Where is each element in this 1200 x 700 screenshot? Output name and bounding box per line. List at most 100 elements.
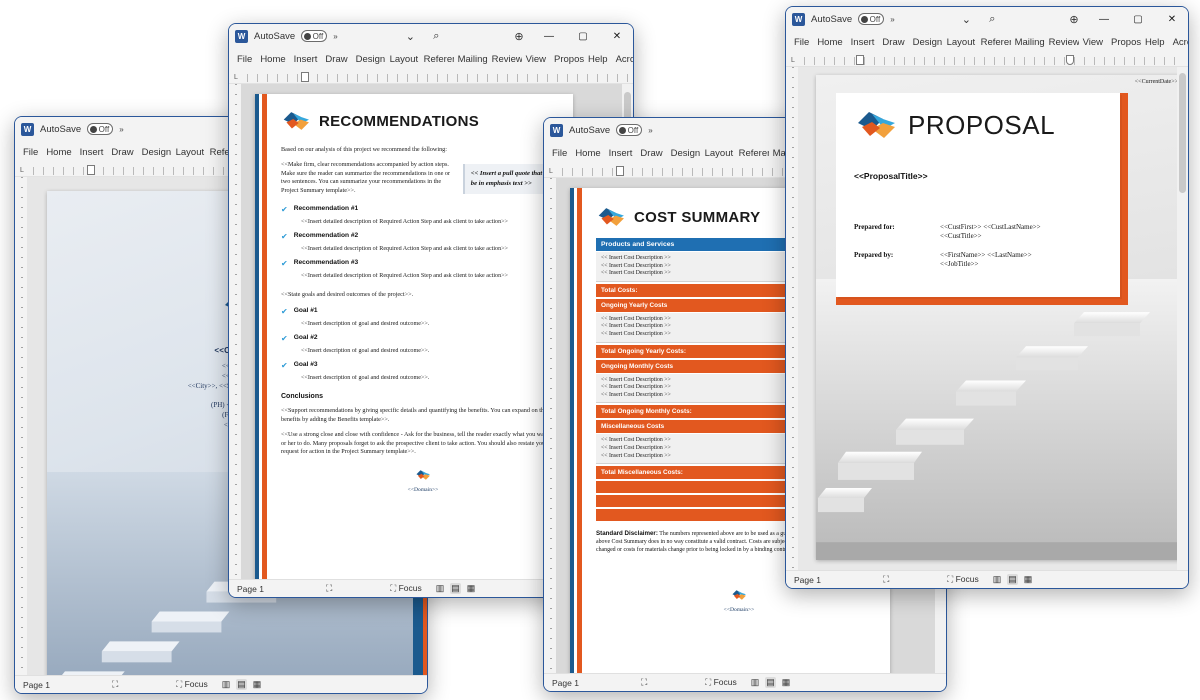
status-page-number[interactable]: Page 1 [237, 584, 264, 594]
focus-mode-button[interactable]: ⛶ Focus [176, 679, 207, 690]
title-overflow-icon[interactable]: » [890, 15, 894, 24]
autosave-toggle[interactable]: Off [301, 30, 328, 42]
ribbon-tab-references[interactable]: References [735, 146, 769, 161]
search-icon[interactable]: ⌕ [426, 30, 446, 43]
title-chevron-down-icon[interactable]: ⌄ [400, 30, 420, 43]
view-switcher[interactable]: ▥ ▤ ▦ [993, 574, 1033, 585]
ribbon-tab-insert[interactable]: Insert [847, 35, 879, 50]
ribbon-tab-home[interactable]: Home [42, 145, 75, 160]
globe-icon[interactable]: ⊕ [1064, 13, 1084, 26]
ribbon-tab-view[interactable]: View [1079, 35, 1107, 50]
accessibility-checker-icon[interactable]: ⛶ [883, 574, 889, 585]
ribbon-tab-file[interactable]: File [548, 146, 571, 161]
autosave-toggle[interactable]: Off [87, 123, 114, 135]
web-layout-icon[interactable]: ▦ [1024, 574, 1033, 585]
ribbon-tab-draw[interactable]: Draw [878, 35, 908, 50]
indent-marker-right[interactable] [1066, 55, 1074, 65]
ribbon-tab-home[interactable]: Home [813, 35, 846, 50]
ribbon-tab-home[interactable]: Home [571, 146, 604, 161]
globe-icon[interactable]: ⊕ [509, 30, 529, 43]
ribbon-tab-file[interactable]: File [19, 145, 42, 160]
ribbon-tab-layout[interactable]: Layout [701, 146, 735, 161]
status-page-number[interactable]: Page 1 [794, 575, 821, 585]
ribbon-tab-help[interactable]: Help [584, 52, 612, 67]
tab-stop-icon[interactable]: L [549, 168, 553, 175]
ribbon-tab-mailings[interactable]: Mailings [1011, 35, 1045, 50]
print-layout-icon[interactable]: ▤ [1007, 574, 1018, 585]
ribbon-tab-design[interactable]: Design [667, 146, 701, 161]
minimize-button[interactable]: — [1090, 8, 1118, 30]
autosave-toggle[interactable]: Off [858, 13, 885, 25]
close-button[interactable]: ✕ [603, 25, 631, 47]
ribbon-tab-insert[interactable]: Insert [76, 145, 108, 160]
ribbon-tab-design[interactable]: Design [352, 52, 386, 67]
horizontal-ruler[interactable]: L [786, 54, 1188, 67]
maximize-button[interactable]: ▢ [1124, 8, 1152, 30]
ribbon-tab-insert[interactable]: Insert [290, 52, 322, 67]
scrollbar-thumb[interactable] [1179, 73, 1186, 193]
print-layout-icon[interactable]: ▤ [236, 679, 247, 690]
indent-marker[interactable] [301, 72, 309, 82]
focus-mode-button[interactable]: ⛶ Focus [705, 677, 736, 688]
ribbon-tab-draw[interactable]: Draw [107, 145, 137, 160]
tab-stop-icon[interactable]: L [234, 74, 238, 81]
indent-marker[interactable] [616, 166, 624, 176]
title-overflow-icon[interactable]: » [648, 126, 652, 135]
maximize-button[interactable]: ▢ [569, 25, 597, 47]
view-switcher[interactable]: ▥ ▤ ▦ [222, 679, 262, 690]
view-switcher[interactable]: ▥ ▤ ▦ [751, 677, 791, 688]
accessibility-checker-icon[interactable]: ⛶ [641, 677, 647, 688]
tab-stop-icon[interactable]: L [791, 57, 795, 64]
ribbon-tab-help[interactable]: Help [1141, 35, 1169, 50]
autosave-toggle[interactable]: Off [616, 124, 643, 136]
read-mode-icon[interactable]: ▥ [222, 679, 231, 690]
focus-mode-button[interactable]: ⛶ Focus [390, 583, 421, 594]
ribbon-tab-acrobat[interactable]: Acrobat [1169, 35, 1188, 50]
accessibility-checker-icon[interactable]: ⛶ [112, 679, 118, 690]
ribbon-tab-references[interactable]: References [977, 35, 1011, 50]
ribbon-tab-design[interactable]: Design [909, 35, 943, 50]
print-layout-icon[interactable]: ▤ [450, 583, 461, 594]
indent-marker[interactable] [87, 165, 95, 175]
ribbon-tab-file[interactable]: File [790, 35, 813, 50]
close-button[interactable]: ✕ [1158, 8, 1186, 30]
web-layout-icon[interactable]: ▦ [253, 679, 262, 690]
print-layout-icon[interactable]: ▤ [765, 677, 776, 688]
ribbon-tab-acrobat[interactable]: Acrobat [612, 52, 633, 67]
ribbon-tab-file[interactable]: File [233, 52, 256, 67]
web-layout-icon[interactable]: ▦ [782, 677, 791, 688]
ribbon-tab-review[interactable]: Review [488, 52, 522, 67]
ribbon-tab-home[interactable]: Home [256, 52, 289, 67]
ribbon-tab-design[interactable]: Design [138, 145, 172, 160]
ribbon-tabs[interactable]: File Home Insert Draw Design Layout Refe… [786, 31, 1188, 54]
tab-stop-icon[interactable]: L [20, 167, 24, 174]
ribbon-tab-draw[interactable]: Draw [321, 52, 351, 67]
accessibility-checker-icon[interactable]: ⛶ [326, 583, 332, 594]
search-icon[interactable]: ⌕ [982, 13, 1002, 26]
ribbon-tab-view[interactable]: View [522, 52, 550, 67]
title-overflow-icon[interactable]: » [119, 125, 123, 134]
minimize-button[interactable]: — [535, 25, 563, 47]
status-page-number[interactable]: Page 1 [23, 680, 50, 690]
ribbon-tab-mailings[interactable]: Mailings [454, 52, 488, 67]
ribbon-tab-layout[interactable]: Layout [943, 35, 977, 50]
horizontal-ruler[interactable]: L [229, 71, 633, 84]
proposal-window[interactable]: W AutoSave Off » ⌄ ⌕ ⊕ — ▢ ✕ File Home I… [785, 6, 1189, 589]
indent-marker[interactable] [856, 55, 864, 65]
title-chevron-down-icon[interactable]: ⌄ [956, 13, 976, 26]
view-switcher[interactable]: ▥ ▤ ▦ [436, 583, 476, 594]
read-mode-icon[interactable]: ▥ [993, 574, 1002, 585]
ribbon-tabs[interactable]: File Home Insert Draw Design Layout Refe… [229, 48, 633, 71]
scroll-area[interactable]: <<CurrentDate>> PROPOSAL <<ProposalTitle… [798, 67, 1177, 570]
ribbon-tab-layout[interactable]: Layout [386, 52, 420, 67]
status-page-number[interactable]: Page 1 [552, 678, 579, 688]
ribbon-tab-references[interactable]: References [420, 52, 454, 67]
title-overflow-icon[interactable]: » [333, 32, 337, 41]
ribbon-tab-layout[interactable]: Layout [172, 145, 206, 160]
read-mode-icon[interactable]: ▥ [751, 677, 760, 688]
ribbon-tab-proposal[interactable]: Proposal [1107, 35, 1141, 50]
ribbon-tab-insert[interactable]: Insert [605, 146, 637, 161]
web-layout-icon[interactable]: ▦ [467, 583, 476, 594]
focus-mode-button[interactable]: ⛶ Focus [947, 574, 978, 585]
ribbon-tab-draw[interactable]: Draw [636, 146, 666, 161]
